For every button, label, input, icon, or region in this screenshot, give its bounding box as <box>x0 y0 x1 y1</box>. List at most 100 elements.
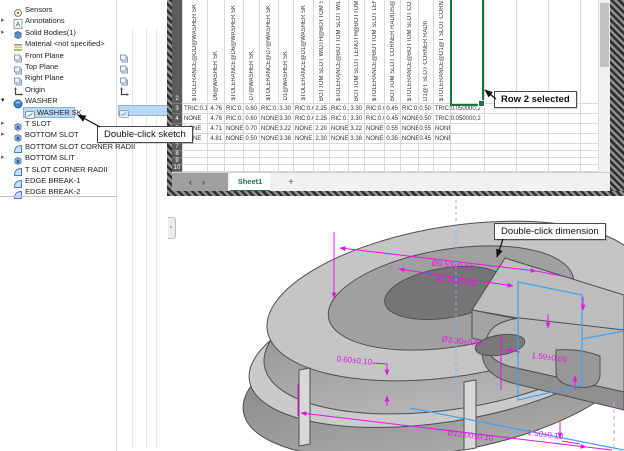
prev-sheet-icon[interactable]: ‹ <box>189 177 202 187</box>
row-header-10[interactable]: 10 <box>172 165 182 172</box>
table-cell[interactable]: 0.50 <box>419 104 434 114</box>
table-cell[interactable]: NONE <box>260 124 279 134</box>
empty-cell[interactable] <box>349 144 365 151</box>
empty-header-cell[interactable] <box>517 0 549 104</box>
collapse-icon[interactable]: ▾ <box>1 95 9 106</box>
column-header[interactable]: $TOLERANCE@D1@T SLOT CORNER RAD <box>434 0 451 104</box>
empty-cell[interactable] <box>330 165 349 172</box>
row-header-column[interactable]: 2345678910 <box>172 0 182 172</box>
empty-cell[interactable] <box>385 158 401 165</box>
table-cell[interactable]: NONE <box>260 134 279 144</box>
empty-cell[interactable] <box>208 144 225 151</box>
empty-cell[interactable] <box>365 165 385 172</box>
empty-cell[interactable] <box>208 151 225 158</box>
empty-cell[interactable] <box>208 165 225 172</box>
table-cell[interactable]: 3.30 <box>279 114 294 124</box>
sheet-nav-arrows[interactable]: ‹› <box>172 173 228 191</box>
empty-cell[interactable] <box>549 144 581 151</box>
table-cell[interactable]: 0.45 <box>419 134 434 144</box>
table-cell[interactable]: NONE <box>365 134 385 144</box>
table-cell[interactable]: RIC:0.0 <box>294 114 314 124</box>
empty-cell[interactable] <box>517 134 549 144</box>
tree-item-origin[interactable]: Origin <box>0 84 116 97</box>
table-cell[interactable]: 2.25 <box>314 104 330 114</box>
table-cell[interactable]: NONE <box>401 114 419 124</box>
dimension-slit-width[interactable]: 1.50±0.10 <box>527 428 564 441</box>
expand-icon[interactable]: ▸ <box>1 152 9 163</box>
empty-cell[interactable] <box>244 151 260 158</box>
tree-item-washer[interactable]: ▾ WASHER <box>0 95 116 109</box>
table-cell[interactable]: RIC:0.0 <box>365 114 385 124</box>
empty-cell[interactable] <box>244 165 260 172</box>
table-cell[interactable]: 2.30 <box>314 134 330 144</box>
empty-cell[interactable] <box>549 114 581 124</box>
table-cell[interactable]: RIC:0.0 <box>330 114 349 124</box>
empty-cell[interactable] <box>349 151 365 158</box>
panel-collapse-handle[interactable] <box>168 217 176 239</box>
tree-item-solid-bodies-1-[interactable]: ▸ Solid Bodies(1) <box>0 27 116 40</box>
column-header[interactable]: BOTTOM SLOT CORNER RADIUS@BOTTOM <box>385 0 401 104</box>
tree-item-edge-break-1[interactable]: EDGE BREAK-1 <box>0 175 116 188</box>
empty-cell[interactable] <box>183 165 208 172</box>
tree-item-right-plane[interactable]: Right Plane <box>0 72 116 86</box>
empty-cell[interactable] <box>279 144 294 151</box>
table-cell[interactable]: 0.55 <box>385 124 401 134</box>
empty-cell[interactable] <box>183 158 208 165</box>
column-header[interactable]: $TOLERANCE@D6@WASHER SK <box>225 0 244 104</box>
table-cell[interactable]: NONE <box>365 124 385 134</box>
table-cell[interactable]: 0.50 <box>244 134 260 144</box>
empty-cell[interactable] <box>208 158 225 165</box>
table-cell[interactable]: NONE <box>401 124 419 134</box>
next-sheet-icon[interactable]: › <box>202 177 215 187</box>
table-cell[interactable]: NONE <box>260 114 279 124</box>
empty-cell[interactable] <box>349 158 365 165</box>
table-cell[interactable]: RIC:0.0 <box>365 104 385 114</box>
column-header[interactable]: BOTTOM SLOT WIDTH@BOTTOM SLOT SK <box>314 0 330 104</box>
empty-cell[interactable] <box>451 158 485 165</box>
empty-cell[interactable] <box>330 144 349 151</box>
empty-cell[interactable] <box>314 165 330 172</box>
column-header[interactable]: $TOLERANCE@BOTTOM SLOT WIDTH@B <box>330 0 349 104</box>
table-cell[interactable]: 0.55 <box>419 124 434 134</box>
table-cell[interactable]: RIC:0.0 <box>294 104 314 114</box>
tree-panel-divider[interactable] <box>116 0 117 451</box>
table-cell[interactable]: NONE <box>434 134 451 144</box>
empty-cell[interactable] <box>451 134 485 144</box>
empty-cell[interactable] <box>244 158 260 165</box>
empty-cell[interactable] <box>365 158 385 165</box>
empty-cell[interactable] <box>419 151 434 158</box>
empty-cell[interactable] <box>225 151 244 158</box>
empty-cell[interactable] <box>330 151 349 158</box>
table-cell[interactable]: NONE <box>294 134 314 144</box>
table-cell[interactable]: 0.35 <box>385 134 401 144</box>
empty-cell[interactable] <box>549 158 581 165</box>
empty-cell[interactable] <box>401 144 419 151</box>
table-cell[interactable]: 0.60 <box>244 104 260 114</box>
table-cell[interactable]: 3.38 <box>349 134 365 144</box>
tree-item-material-not-specified-[interactable]: Material <not specified> <box>0 38 116 51</box>
empty-cell[interactable] <box>385 151 401 158</box>
row-header-9[interactable]: 9 <box>172 158 182 165</box>
table-cell[interactable]: 0.50 <box>419 114 434 124</box>
empty-cell[interactable] <box>434 144 451 151</box>
empty-cell[interactable] <box>244 144 260 151</box>
row-header-7[interactable]: 7 <box>172 144 182 151</box>
tree-item-t-slot-corner-radii[interactable]: T SLOT CORNER RADII <box>0 164 116 177</box>
empty-cell[interactable] <box>485 151 517 158</box>
table-cell[interactable]: 4.76 <box>208 104 225 114</box>
empty-cell[interactable] <box>485 124 517 134</box>
column-header[interactable]: D7@WASHER SK <box>244 0 260 104</box>
table-cell[interactable]: 3.22 <box>279 124 294 134</box>
column-header[interactable]: $TOLERANCE@BOTTOM SLOT LENGTH@B <box>365 0 385 104</box>
empty-cell[interactable] <box>365 144 385 151</box>
fill-handle[interactable] <box>478 100 485 107</box>
empty-cell[interactable] <box>260 144 279 151</box>
table-cell[interactable]: 3.30 <box>349 104 365 114</box>
empty-cell[interactable] <box>385 165 401 172</box>
empty-cell[interactable] <box>225 144 244 151</box>
empty-cell[interactable] <box>225 165 244 172</box>
vertical-scrollbar[interactable] <box>598 0 610 172</box>
table-cell[interactable]: 0.45 <box>385 114 401 124</box>
table-cell[interactable]: RIC:0.0 <box>401 104 419 114</box>
empty-cell[interactable] <box>314 158 330 165</box>
